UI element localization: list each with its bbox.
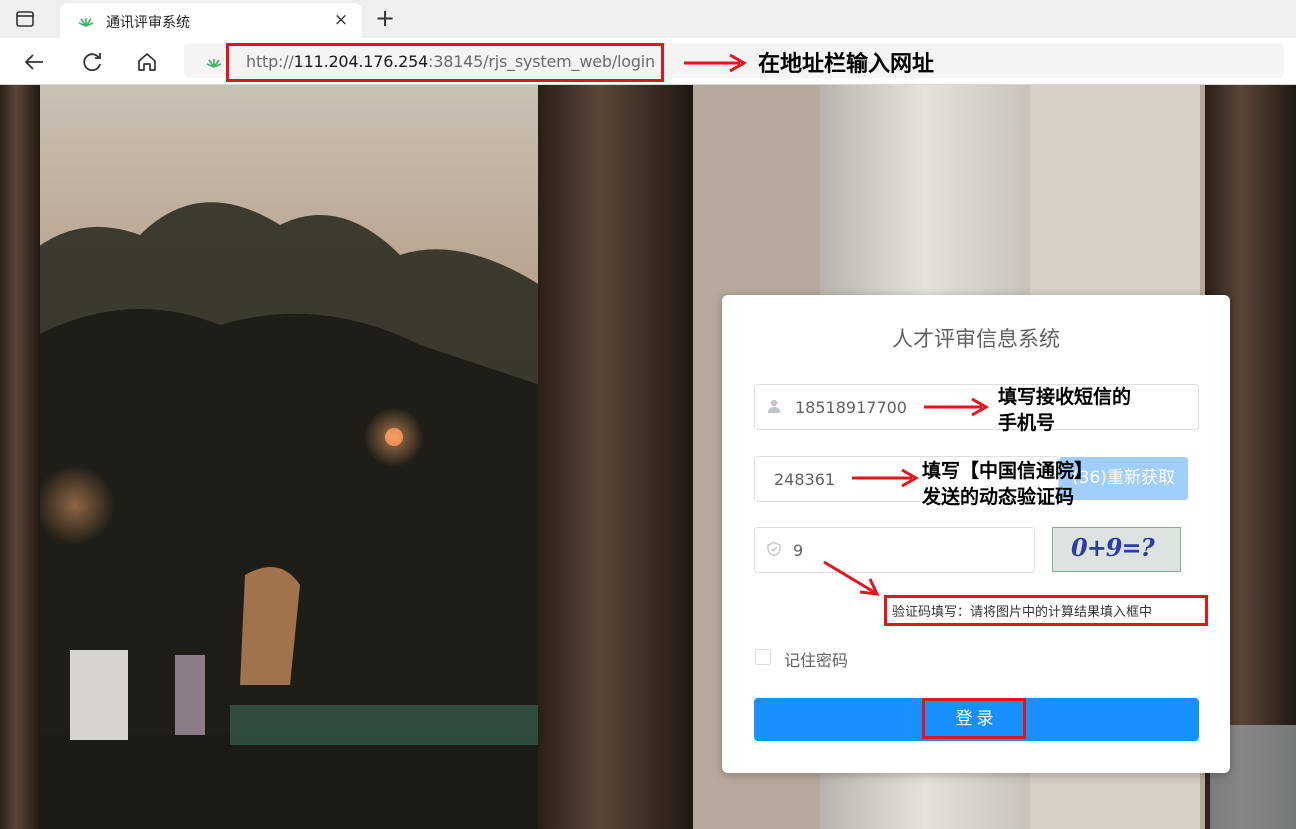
annotation-code-hint-line1: 填写【中国信通院】 <box>922 460 1094 482</box>
page-title: 人才评审信息系统 <box>892 327 1060 351</box>
captcha-image-text: 0+9=? <box>1071 533 1155 562</box>
remember-checkbox[interactable] <box>755 649 771 665</box>
captcha-image[interactable]: 0+9=? <box>1052 527 1181 572</box>
annotation-url-highlight <box>226 43 664 82</box>
sms-code-value: 248361 <box>774 470 836 489</box>
annotation-arrow-icon <box>684 53 748 73</box>
annotation-arrow-icon <box>924 397 990 417</box>
phone-value: 18518917700 <box>795 398 907 417</box>
annotation-captcha-highlight <box>884 595 1208 626</box>
annotation-arrow-icon <box>852 468 920 488</box>
back-icon[interactable] <box>22 49 48 75</box>
shield-icon <box>767 541 781 557</box>
tab-actions-icon[interactable] <box>14 8 36 30</box>
annotation-login-highlight <box>922 698 1026 739</box>
captcha-field[interactable]: 9 <box>754 527 1035 573</box>
new-tab-button[interactable]: + <box>372 6 398 32</box>
tab-title: 通讯评审系统 <box>106 15 190 31</box>
captcha-value: 9 <box>793 541 804 560</box>
annotation-code-hint: 填写【中国信通院】 发送的动态验证码 <box>922 458 1093 510</box>
login-card: 人才评审信息系统 18518917700 248361 (36)重新获取 9 0… <box>722 295 1230 773</box>
annotation-code-hint-line2: 发送的动态验证码 <box>922 486 1075 508</box>
browser-tab[interactable]: 通讯评审系统 × <box>60 3 362 38</box>
annotation-phone-hint: 填写接收短信的 手机号 <box>998 384 1131 436</box>
remember-label[interactable]: 记住密码 <box>784 647 848 671</box>
annotation-arrow-icon <box>823 560 880 596</box>
annotation-address-hint: 在地址栏输入网址 <box>758 52 935 77</box>
browser-tab-strip: 通讯评审系统 × + <box>0 0 1296 38</box>
annotation-phone-hint-line2: 手机号 <box>998 412 1056 434</box>
tab-close-icon[interactable]: × <box>330 9 352 31</box>
user-icon <box>768 399 780 413</box>
refresh-icon[interactable] <box>79 49 105 75</box>
home-icon[interactable] <box>134 49 160 75</box>
annotation-phone-hint-line1: 填写接收短信的 <box>998 386 1132 408</box>
site-favicon-icon <box>206 59 222 68</box>
site-favicon-icon <box>78 18 94 27</box>
